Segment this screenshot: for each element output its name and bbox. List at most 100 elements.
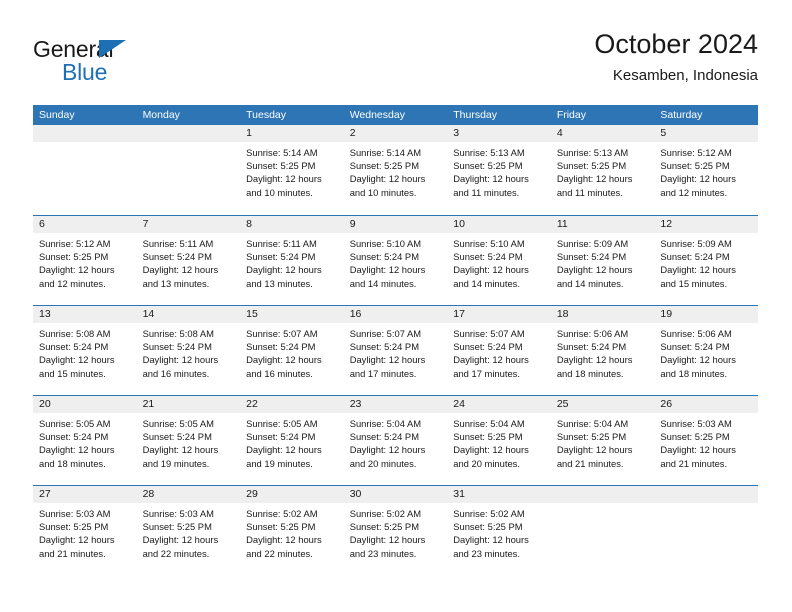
day-number: 23 [343,396,448,413]
day-cell-29[interactable]: 29 Sunrise: 5:02 AM Sunset: 5:25 PM Dayligh… [240,486,344,575]
day-cell-1[interactable]: 1 Sunrise: 5:14 AM Sunset: 5:25 PM Daylight… [240,125,344,215]
day-cell-19[interactable]: 19 Sunrise: 5:06 AM Sunset: 5:24 PM Dayligh… [654,306,758,395]
day-detail-line: Sunset: 5:24 PM [556,251,627,263]
day-detail-line: Sunset: 5:25 PM [349,521,419,533]
day-cell-26[interactable]: 26 Sunrise: 5:03 AM Sunset: 5:25 PM Dayligh… [654,396,758,485]
calendar-week-row: 6 Sunrise: 5:12 AM Sunset: 5:25 PM Daylight… [33,215,758,305]
day-detail-line: Sunset: 5:25 PM [142,521,212,533]
day-detail-line: Sunrise: 5:05 AM [246,418,318,429]
day-cell-27[interactable]: 27 Sunrise: 5:03 AM Sunset: 5:25 PM Dayligh… [33,486,137,575]
calendar-week-row: 27 Sunrise: 5:03 AM Sunset: 5:25 PM Dayligh… [33,485,758,575]
day-cell-28[interactable]: 28 Sunrise: 5:03 AM Sunset: 5:25 PM Dayligh… [136,486,241,575]
day-cell-31[interactable]: 31 Sunrise: 5:02 AM Sunset: 5:25 PM Dayligh… [447,486,551,575]
day-cell-12[interactable]: 12 Sunrise: 5:09 AM Sunset: 5:24 PM Dayligh… [654,216,758,305]
brand-logo[interactable]: General Blue [33,36,223,92]
day-details: Sunrise: 5:14 AM Sunset: 5:25 PM Daylight:… [344,142,448,199]
day-cell-24[interactable]: 24 Sunrise: 5:04 AM Sunset: 5:25 PM Dayligh… [447,396,551,485]
day-detail-line: Sunset: 5:25 PM [246,160,316,172]
day-cell-8[interactable]: 8 Sunrise: 5:11 AM Sunset: 5:24 PM Daylight… [240,216,344,305]
day-cell-21[interactable]: 21 Sunrise: 5:05 AM Sunset: 5:24 PM Dayligh… [136,396,241,485]
day-details [137,142,241,146]
day-cell-11[interactable]: 11 Sunrise: 5:09 AM Sunset: 5:24 PM Dayligh… [550,216,655,305]
day-detail-line: Sunset: 5:25 PM [39,251,109,263]
day-cell-4[interactable]: 4 Sunrise: 5:13 AM Sunset: 5:25 PM Daylight… [550,125,655,215]
day-detail-line: and 14 minutes. [453,277,520,289]
day-cell-5[interactable]: 5 Sunrise: 5:12 AM Sunset: 5:25 PM Daylight… [654,125,758,215]
day-detail-line: Sunset: 5:25 PM [556,431,627,443]
day-cell-18[interactable]: 18 Sunrise: 5:06 AM Sunset: 5:24 PM Dayligh… [550,306,655,395]
day-detail-line: and 12 minutes. [39,277,106,289]
day-detail-line: Daylight: 12 hours [246,264,322,276]
day-detail-line: Daylight: 12 hours [246,173,322,185]
weekday-header-row: Sunday Monday Tuesday Wednesday Thursday Frid… [33,105,758,125]
day-detail-line: Sunset: 5:25 PM [660,431,730,443]
day-cell-14[interactable]: 14 Sunrise: 5:08 AM Sunset: 5:24 PM Dayligh… [136,306,241,395]
day-detail-line: and 21 minutes. [660,457,728,469]
day-cell-16[interactable]: 16 Sunrise: 5:07 AM Sunset: 5:24 PM Dayligh… [343,306,448,395]
day-details: Sunrise: 5:03 AM Sunset: 5:25 PM Daylight:… [33,503,137,560]
day-details: Sunrise: 5:02 AM Sunset: 5:25 PM Daylight:… [344,503,448,560]
day-detail-line: Sunrise: 5:11 AM [142,238,214,249]
day-cell-30[interactable]: 30 Sunrise: 5:02 AM Sunset: 5:25 PM Dayligh… [343,486,448,575]
day-detail-line: Sunset: 5:24 PM [660,251,730,263]
day-cell-empty [136,125,241,215]
day-detail-line: Daylight: 12 hours [349,534,426,546]
day-detail-line: Daylight: 12 hours [349,354,426,366]
day-detail-line: Sunset: 5:24 PM [660,341,730,353]
day-details: Sunrise: 5:06 AM Sunset: 5:24 PM Daylight:… [654,323,758,380]
day-cell-25[interactable]: 25 Sunrise: 5:04 AM Sunset: 5:25 PM Dayligh… [550,396,655,485]
day-detail-line: and 14 minutes. [349,277,417,289]
day-detail-line: and 16 minutes. [246,367,313,379]
day-detail-line: and 20 minutes. [349,457,417,469]
day-number [550,486,655,503]
day-detail-line: Sunset: 5:25 PM [453,160,523,172]
day-detail-line: Sunset: 5:24 PM [349,251,419,263]
day-detail-line: Sunrise: 5:04 AM [349,418,422,429]
day-number: 6 [33,216,137,233]
day-detail-line: and 15 minutes. [660,277,728,289]
day-details: Sunrise: 5:04 AM Sunset: 5:24 PM Daylight:… [344,413,448,470]
day-detail-line: Daylight: 12 hours [453,173,529,185]
day-detail-line: and 18 minutes. [556,367,624,379]
day-cell-6[interactable]: 6 Sunrise: 5:12 AM Sunset: 5:25 PM Daylight… [33,216,137,305]
day-cell-3[interactable]: 3 Sunrise: 5:13 AM Sunset: 5:25 PM Daylight… [447,125,551,215]
day-cell-empty [33,125,137,215]
day-detail-line: Daylight: 12 hours [453,534,529,546]
day-detail-line: Sunrise: 5:08 AM [142,328,214,339]
day-detail-line: and 11 minutes. [453,186,520,198]
title-block: October 2024 Kesamben, Indonesia [594,28,758,87]
day-number: 27 [33,486,137,503]
weekday-header-wednesday: Wednesday [349,109,405,121]
day-details: Sunrise: 5:08 AM Sunset: 5:24 PM Daylight:… [137,323,241,380]
day-detail-line: and 11 minutes. [556,186,623,198]
day-number: 26 [654,396,758,413]
day-cell-13[interactable]: 13 Sunrise: 5:08 AM Sunset: 5:24 PM Dayligh… [33,306,137,395]
day-detail-line: Sunrise: 5:12 AM [39,238,111,249]
day-cell-15[interactable]: 15 Sunrise: 5:07 AM Sunset: 5:24 PM Dayligh… [240,306,344,395]
day-cell-22[interactable]: 22 Sunrise: 5:05 AM Sunset: 5:24 PM Dayligh… [240,396,344,485]
day-number: 1 [240,125,344,142]
weekday-header-friday: Friday [556,109,586,121]
day-detail-line: Sunset: 5:25 PM [246,521,316,533]
day-detail-line: Sunrise: 5:03 AM [39,508,111,519]
day-number: 7 [136,216,241,233]
day-cell-9[interactable]: 9 Sunrise: 5:10 AM Sunset: 5:24 PM Daylight… [343,216,448,305]
day-details: Sunrise: 5:07 AM Sunset: 5:24 PM Daylight:… [447,323,551,380]
day-cell-7[interactable]: 7 Sunrise: 5:11 AM Sunset: 5:24 PM Daylight… [136,216,241,305]
day-cell-2[interactable]: 2 Sunrise: 5:14 AM Sunset: 5:25 PM Daylight… [343,125,448,215]
day-detail-line: Sunrise: 5:07 AM [453,328,525,339]
day-detail-line: and 21 minutes. [556,457,624,469]
day-cell-10[interactable]: 10 Sunrise: 5:10 AM Sunset: 5:24 PM Dayligh… [447,216,551,305]
day-cell-20[interactable]: 20 Sunrise: 5:05 AM Sunset: 5:24 PM Dayligh… [33,396,137,485]
day-detail-line: Sunrise: 5:04 AM [556,418,629,429]
day-detail-line: Sunrise: 5:13 AM [453,147,525,158]
day-cell-17[interactable]: 17 Sunrise: 5:07 AM Sunset: 5:24 PM Dayligh… [447,306,551,395]
day-detail-line: Daylight: 12 hours [39,354,115,366]
day-detail-line: and 21 minutes. [39,547,106,559]
day-detail-line: Sunrise: 5:13 AM [556,147,629,158]
day-cell-empty [654,486,758,575]
day-cell-23[interactable]: 23 Sunrise: 5:04 AM Sunset: 5:24 PM Dayligh… [343,396,448,485]
day-detail-line: Sunset: 5:24 PM [142,431,212,443]
day-detail-line: Daylight: 12 hours [556,173,633,185]
day-detail-line: Sunrise: 5:14 AM [349,147,422,158]
